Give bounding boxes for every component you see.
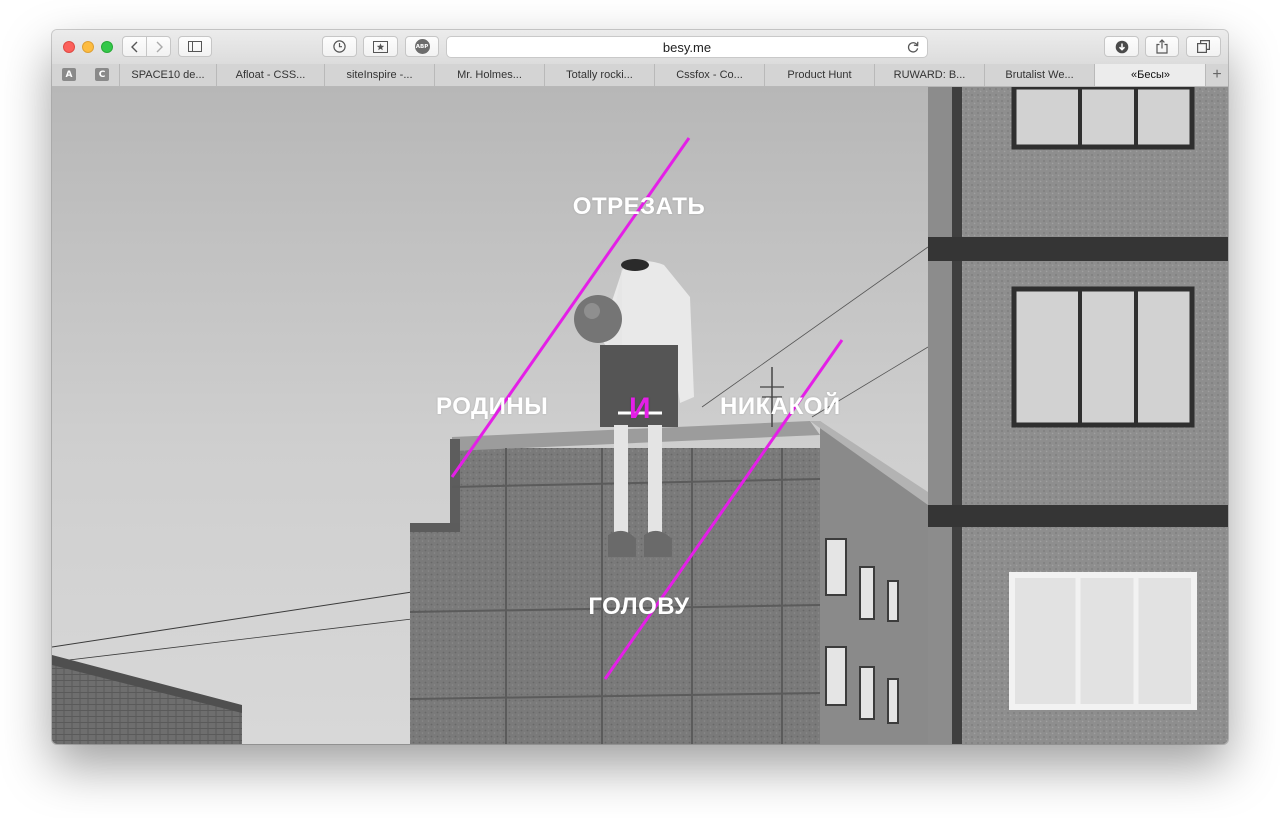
sidebar-icon: [188, 41, 202, 52]
chevron-left-icon: [130, 41, 137, 52]
pinned-tab-c[interactable]: C: [95, 68, 109, 81]
tab-label: Mr. Holmes...: [457, 69, 522, 81]
address-bar[interactable]: besy.me: [446, 36, 928, 58]
tab-label: RUWARD: B...: [893, 69, 966, 81]
tab-space10[interactable]: SPACE10 de...: [119, 64, 216, 86]
page-content: ОТРЕЗАТЬ РОДИНЫ И НИКАКОЙ ГОЛОВУ: [52, 87, 1228, 744]
share-button[interactable]: [1145, 36, 1179, 57]
tab-label: SPACE10 de...: [131, 69, 205, 81]
pinned-tab-a[interactable]: A: [62, 68, 76, 81]
history-button[interactable]: [322, 36, 357, 57]
reload-icon[interactable]: [906, 40, 920, 54]
browser-toolbar: ABP besy.me: [52, 30, 1228, 65]
minimize-window-button[interactable]: [82, 41, 94, 53]
back-button[interactable]: [123, 37, 146, 56]
browser-window: ABP besy.me A C SPACE10 de... Afloat - C…: [52, 30, 1228, 744]
new-tab-button[interactable]: +: [1205, 64, 1228, 86]
tab-label: siteInspire -...: [346, 69, 413, 81]
url-text: besy.me: [662, 39, 712, 55]
tab-label: Afloat - CSS...: [235, 69, 306, 81]
navigation-buttons: [122, 36, 171, 57]
right-apartment-building: [928, 87, 1228, 744]
tab-label: Product Hunt: [787, 69, 852, 81]
downloads-button[interactable]: [1104, 36, 1139, 57]
tab-ruward[interactable]: RUWARD: B...: [874, 64, 984, 86]
word-bottom: ГОЛОВУ: [588, 593, 690, 620]
zoom-window-button[interactable]: [101, 41, 113, 53]
download-icon: [1115, 40, 1128, 53]
word-left: РОДИНЫ: [436, 393, 549, 420]
adblock-label: ABP: [415, 43, 429, 50]
tab-totally-rocking[interactable]: Totally rocki...: [544, 64, 654, 86]
clock-icon: [333, 40, 346, 53]
tab-bar: A C SPACE10 de... Afloat - CSS... siteIn…: [52, 64, 1228, 87]
tab-afloat[interactable]: Afloat - CSS...: [216, 64, 324, 86]
adblock-extension-button[interactable]: ABP: [405, 36, 439, 57]
chevron-right-icon: [156, 41, 163, 52]
word-right: НИКАКОЙ: [720, 393, 841, 420]
tab-besy[interactable]: «Бесы»: [1094, 64, 1206, 86]
tabs-overview-icon: [1197, 40, 1210, 53]
tab-label: «Бесы»: [1131, 69, 1170, 81]
tab-cssfox[interactable]: Cssfox - Co...: [654, 64, 764, 86]
bookmarks-button[interactable]: [363, 36, 398, 57]
close-window-button[interactable]: [63, 41, 75, 53]
tab-label: Totally rocki...: [566, 69, 633, 81]
tab-label: Brutalist We...: [1005, 69, 1074, 81]
tab-label: Cssfox - Co...: [676, 69, 743, 81]
tab-product-hunt[interactable]: Product Hunt: [764, 64, 874, 86]
show-all-tabs-button[interactable]: [1186, 36, 1221, 57]
adblock-icon: ABP: [414, 39, 430, 54]
sidebar-button[interactable]: [178, 36, 212, 57]
share-icon: [1156, 39, 1168, 54]
forward-button[interactable]: [146, 37, 170, 56]
word-top: ОТРЕЗАТЬ: [572, 193, 706, 220]
tab-mr-holmes[interactable]: Mr. Holmes...: [434, 64, 544, 86]
word-middle: И: [628, 392, 652, 425]
tab-siteinspire[interactable]: siteInspire -...: [324, 64, 434, 86]
tab-brutalist-websites[interactable]: Brutalist We...: [984, 64, 1094, 86]
star-icon: [373, 40, 388, 53]
